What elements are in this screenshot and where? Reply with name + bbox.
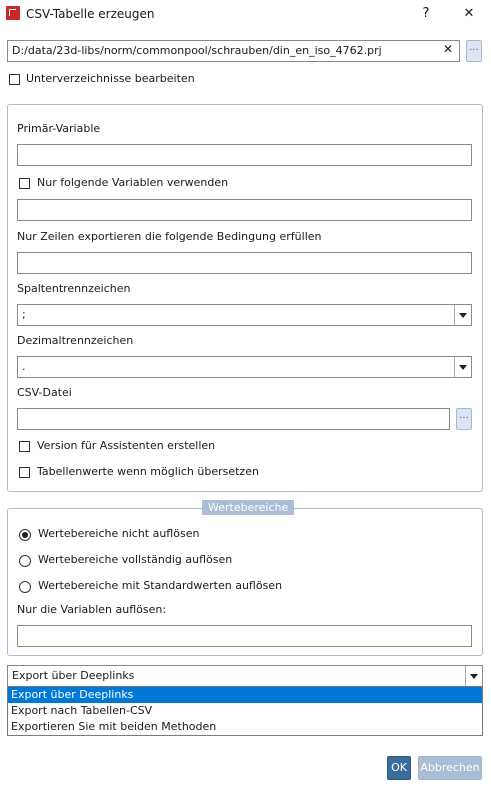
ok-button[interactable]: OK [387,756,411,780]
export-option-both[interactable]: Exportieren Sie mit beiden Methoden [8,719,482,735]
chevron-down-icon[interactable] [465,666,482,686]
range-option-default-resolve-label: Wertebereiche mit Standardwerten auflöse… [38,579,283,592]
only-vars-input[interactable] [17,199,472,221]
column-separator-select[interactable]: ; [17,304,472,326]
condition-label: Nur Zeilen exportieren die folgende Bedi… [17,230,322,243]
assistant-version-label: Version für Assistenten erstellen [37,439,216,452]
clear-path-icon[interactable]: ✕ [443,42,453,56]
chevron-down-icon[interactable] [454,357,471,377]
primary-var-label: Primär-Variable [17,122,101,135]
path-input[interactable]: D:/data/23d-libs/norm/commonpool/schraub… [7,40,460,62]
column-separator-label: Spaltentrennzeichen [17,282,131,295]
export-option-table-csv[interactable]: Export nach Tabellen-CSV [8,703,482,719]
window-title: CSV-Tabelle erzeugen [26,7,155,21]
assistant-version-checkbox[interactable] [19,441,30,452]
only-vars-checkbox[interactable] [19,178,30,189]
subdirs-label: Unterverzeichnisse bearbeiten [26,72,195,85]
decimal-separator-label: Dezimaltrennzeichen [17,334,134,347]
range-option-no-resolve-label: Wertebereiche nicht auflösen [38,527,200,540]
resolve-vars-label: Nur die Variablen auflösen: [17,603,167,616]
export-method-dropdown: Export über Deeplinks Export nach Tabell… [7,686,483,736]
csv-file-label: CSV-Datei [17,386,72,399]
column-separator-value: ; [22,308,26,321]
export-method-select[interactable]: Export über Deeplinks [7,665,483,687]
title-bar: CSV-Tabelle erzeugen ? ✕ [0,0,491,30]
condition-input[interactable] [17,252,472,274]
browse-path-button[interactable]: ... [466,40,482,62]
primary-var-input[interactable] [17,144,472,166]
value-ranges-legend: Wertebereiche [202,500,295,515]
help-button[interactable]: ? [414,3,438,25]
translate-values-checkbox[interactable] [19,467,30,478]
decimal-separator-value: . [22,360,26,373]
chevron-down-icon[interactable] [454,305,471,325]
range-option-default-resolve-radio[interactable] [19,581,31,593]
resolve-vars-input[interactable] [17,625,472,647]
path-value: D:/data/23d-libs/norm/commonpool/schraub… [12,44,382,57]
cancel-button[interactable]: Abbrechen [418,756,482,780]
range-option-full-resolve-label: Wertebereiche vollständig auflösen [38,553,233,566]
csv-file-input[interactable] [17,408,450,430]
close-button[interactable]: ✕ [457,3,481,25]
translate-values-label: Tabellenwerte wenn möglich übersetzen [37,465,259,478]
subdirs-checkbox[interactable] [9,74,20,85]
range-option-no-resolve-radio[interactable] [19,529,31,541]
decimal-separator-select[interactable]: . [17,356,472,378]
browse-csv-button[interactable]: ... [456,408,472,430]
only-vars-label: Nur folgende Variablen verwenden [37,176,229,189]
range-option-full-resolve-radio[interactable] [19,555,31,567]
app-icon [6,6,20,20]
export-option-deeplinks[interactable]: Export über Deeplinks [8,687,482,703]
export-method-value: Export über Deeplinks [12,669,135,682]
